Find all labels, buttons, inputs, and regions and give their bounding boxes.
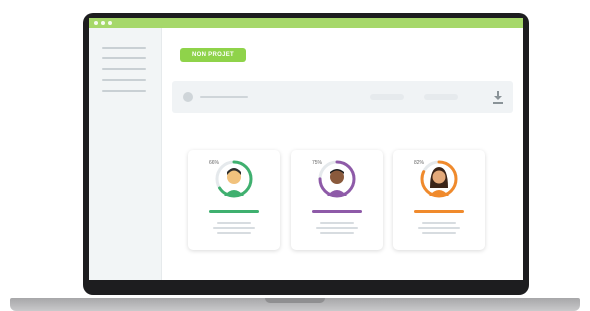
completion-percent: 82% bbox=[414, 160, 425, 166]
new-project-button[interactable]: NON PROJET bbox=[180, 48, 246, 62]
avatar bbox=[224, 168, 244, 196]
card-text-line bbox=[316, 227, 358, 229]
card-text-line bbox=[213, 227, 255, 229]
progress-ring bbox=[213, 158, 255, 200]
window-minimize-dot[interactable] bbox=[101, 21, 105, 25]
window-maximize-dot[interactable] bbox=[108, 21, 112, 25]
app-screen: NON PROJET 66% 75% 82% bbox=[89, 18, 523, 280]
filter-pill[interactable] bbox=[424, 94, 458, 100]
window-close-dot[interactable] bbox=[94, 21, 98, 25]
main-content: NON PROJET 66% 75% 82% bbox=[161, 28, 523, 280]
sidebar-item[interactable] bbox=[102, 68, 146, 70]
filter-pill[interactable] bbox=[370, 94, 404, 100]
completion-percent: 66% bbox=[209, 160, 220, 166]
sidebar-item[interactable] bbox=[102, 47, 146, 49]
card-text-line bbox=[418, 227, 460, 229]
project-title-placeholder bbox=[200, 96, 248, 98]
card-text-line bbox=[217, 232, 251, 234]
card-text-line bbox=[422, 222, 456, 224]
sidebar-item[interactable] bbox=[102, 90, 146, 92]
progress-bar bbox=[414, 210, 464, 213]
sidebar-item[interactable] bbox=[102, 79, 146, 81]
avatar bbox=[327, 169, 347, 196]
window-titlebar bbox=[89, 18, 523, 28]
card-text-line bbox=[217, 222, 251, 224]
completion-percent: 75% bbox=[312, 160, 323, 166]
avatar[interactable] bbox=[183, 92, 193, 102]
team-member-card[interactable]: 82% bbox=[393, 150, 485, 250]
progress-ring bbox=[316, 158, 358, 200]
project-toolbar bbox=[172, 81, 513, 113]
progress-bar bbox=[312, 210, 362, 213]
download-icon[interactable] bbox=[492, 90, 504, 104]
avatar bbox=[429, 167, 449, 196]
card-text-line bbox=[320, 232, 354, 234]
progress-bar bbox=[209, 210, 259, 213]
laptop-hinge-notch bbox=[265, 298, 325, 303]
sidebar bbox=[89, 28, 162, 280]
team-member-card[interactable]: 66% bbox=[188, 150, 280, 250]
team-member-card[interactable]: 75% bbox=[291, 150, 383, 250]
sidebar-item[interactable] bbox=[102, 57, 146, 59]
card-text-line bbox=[422, 232, 456, 234]
progress-ring bbox=[418, 158, 460, 200]
card-text-line bbox=[320, 222, 354, 224]
